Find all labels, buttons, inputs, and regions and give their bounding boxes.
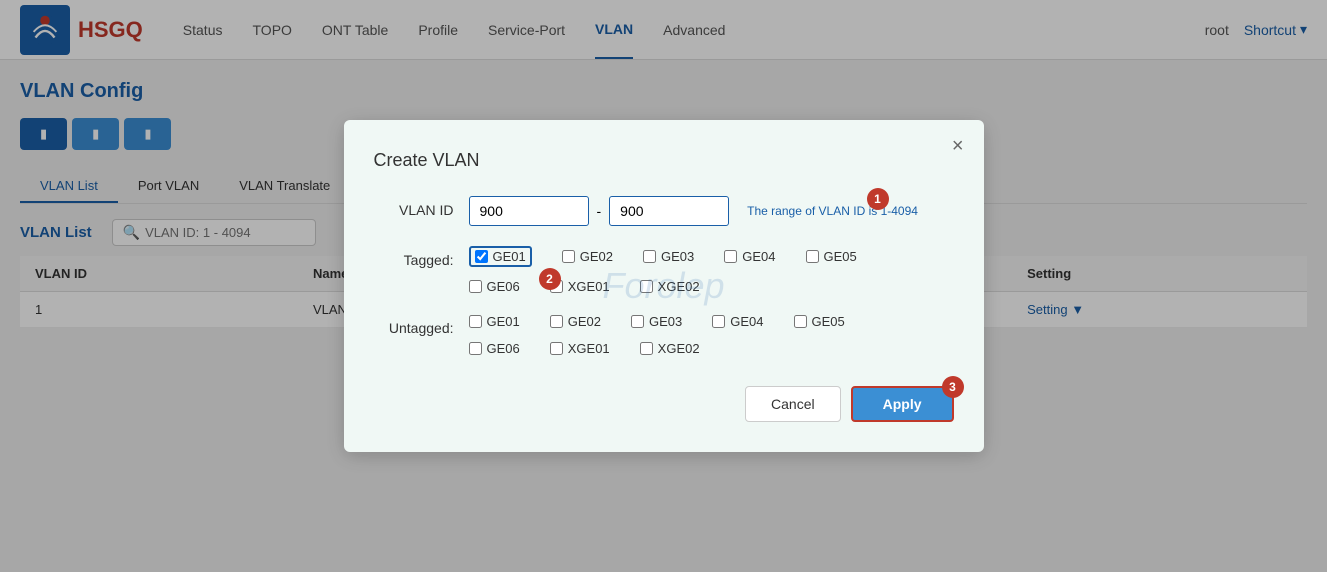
cancel-button[interactable]: Cancel bbox=[745, 386, 841, 422]
untagged-xge01-label: XGE01 bbox=[568, 341, 610, 356]
untagged-ge01-checkbox[interactable] bbox=[469, 315, 482, 328]
untagged-xge01-item[interactable]: XGE01 bbox=[550, 341, 610, 356]
tagged-ge03-item[interactable]: GE03 bbox=[643, 246, 694, 267]
tagged-ge04-label: GE04 bbox=[742, 249, 775, 264]
tagged-ge04-item[interactable]: GE04 bbox=[724, 246, 775, 267]
vlan-id-from-input[interactable] bbox=[469, 196, 589, 226]
create-vlan-modal: Forolep Create VLAN × 1 VLAN ID - The ra… bbox=[344, 120, 984, 452]
vlan-id-hint: The range of VLAN ID is 1-4094 bbox=[747, 204, 918, 218]
vlan-id-label: VLAN ID bbox=[374, 196, 454, 218]
tagged-ge06-checkbox[interactable] bbox=[469, 280, 482, 293]
untagged-ge06-label: GE06 bbox=[487, 341, 520, 356]
untagged-ge05-checkbox[interactable] bbox=[794, 315, 807, 328]
untagged-checkbox-grid: GE01 GE02 GE03 GE04 bbox=[469, 314, 954, 329]
untagged-row: Untagged: GE01 GE02 GE03 bbox=[374, 314, 954, 356]
apply-button[interactable]: Apply bbox=[851, 386, 954, 422]
modal-title: Create VLAN bbox=[374, 150, 954, 171]
tagged-ge01-checkbox[interactable] bbox=[475, 250, 488, 263]
untagged-checkbox-grid-row2: GE06 XGE01 XGE02 bbox=[469, 341, 954, 356]
untagged-ge02-checkbox[interactable] bbox=[550, 315, 563, 328]
untagged-xge02-item[interactable]: XGE02 bbox=[640, 341, 700, 356]
tagged-ge03-checkbox[interactable] bbox=[643, 250, 656, 263]
untagged-ge04-label: GE04 bbox=[730, 314, 763, 329]
tagged-ge06-item[interactable]: GE06 bbox=[469, 279, 520, 294]
untagged-xge01-checkbox[interactable] bbox=[550, 342, 563, 355]
tagged-label: Tagged: bbox=[374, 246, 454, 268]
modal-close-button[interactable]: × bbox=[952, 135, 964, 158]
tagged-ge05-label: GE05 bbox=[824, 249, 857, 264]
vlan-id-to-input[interactable] bbox=[609, 196, 729, 226]
tagged-ge05-item[interactable]: GE05 bbox=[806, 246, 857, 267]
untagged-ge04-item[interactable]: GE04 bbox=[712, 314, 763, 329]
tagged-ge02-label: GE02 bbox=[580, 249, 613, 264]
tagged-ge05-checkbox[interactable] bbox=[806, 250, 819, 263]
step-badge-3: 3 bbox=[942, 376, 964, 398]
untagged-ge03-checkbox[interactable] bbox=[631, 315, 644, 328]
untagged-xge02-checkbox[interactable] bbox=[640, 342, 653, 355]
modal-overlay: Forolep Create VLAN × 1 VLAN ID - The ra… bbox=[0, 0, 1327, 572]
tagged-row: Tagged: GE01 GE02 GE03 bbox=[374, 246, 954, 294]
step-badge-2: 2 bbox=[539, 268, 561, 290]
untagged-xge02-label: XGE02 bbox=[658, 341, 700, 356]
untagged-ge01-item[interactable]: GE01 bbox=[469, 314, 520, 329]
tagged-ge02-checkbox[interactable] bbox=[562, 250, 575, 263]
untagged-ge03-item[interactable]: GE03 bbox=[631, 314, 682, 329]
tagged-checkbox-grid: GE01 GE02 GE03 GE04 bbox=[469, 246, 954, 267]
untagged-ge05-item[interactable]: GE05 bbox=[794, 314, 845, 329]
untagged-ge03-label: GE03 bbox=[649, 314, 682, 329]
untagged-field: GE01 GE02 GE03 GE04 bbox=[469, 314, 954, 356]
tagged-ge06-label: GE06 bbox=[487, 279, 520, 294]
tagged-ge01-label: GE01 bbox=[493, 249, 526, 264]
untagged-ge01-label: GE01 bbox=[487, 314, 520, 329]
tagged-xge01-label: XGE01 bbox=[568, 279, 610, 294]
modal-footer: Cancel Apply 3 bbox=[374, 386, 954, 422]
untagged-ge06-item[interactable]: GE06 bbox=[469, 341, 520, 356]
tagged-xge02-label: XGE02 bbox=[658, 279, 700, 294]
untagged-ge02-label: GE02 bbox=[568, 314, 601, 329]
untagged-label: Untagged: bbox=[374, 314, 454, 336]
untagged-ge06-checkbox[interactable] bbox=[469, 342, 482, 355]
tagged-ge04-checkbox[interactable] bbox=[724, 250, 737, 263]
tagged-xge02-checkbox[interactable] bbox=[640, 280, 653, 293]
untagged-ge04-checkbox[interactable] bbox=[712, 315, 725, 328]
untagged-ge05-label: GE05 bbox=[812, 314, 845, 329]
tagged-ge02-item[interactable]: GE02 bbox=[562, 246, 613, 267]
tagged-xge02-item[interactable]: XGE02 bbox=[640, 279, 700, 294]
untagged-ge02-item[interactable]: GE02 bbox=[550, 314, 601, 329]
tagged-ge03-label: GE03 bbox=[661, 249, 694, 264]
vlan-id-separator: - bbox=[597, 203, 602, 219]
tagged-ge01-item[interactable]: GE01 bbox=[469, 246, 532, 267]
step-badge-1: 1 bbox=[867, 188, 889, 210]
